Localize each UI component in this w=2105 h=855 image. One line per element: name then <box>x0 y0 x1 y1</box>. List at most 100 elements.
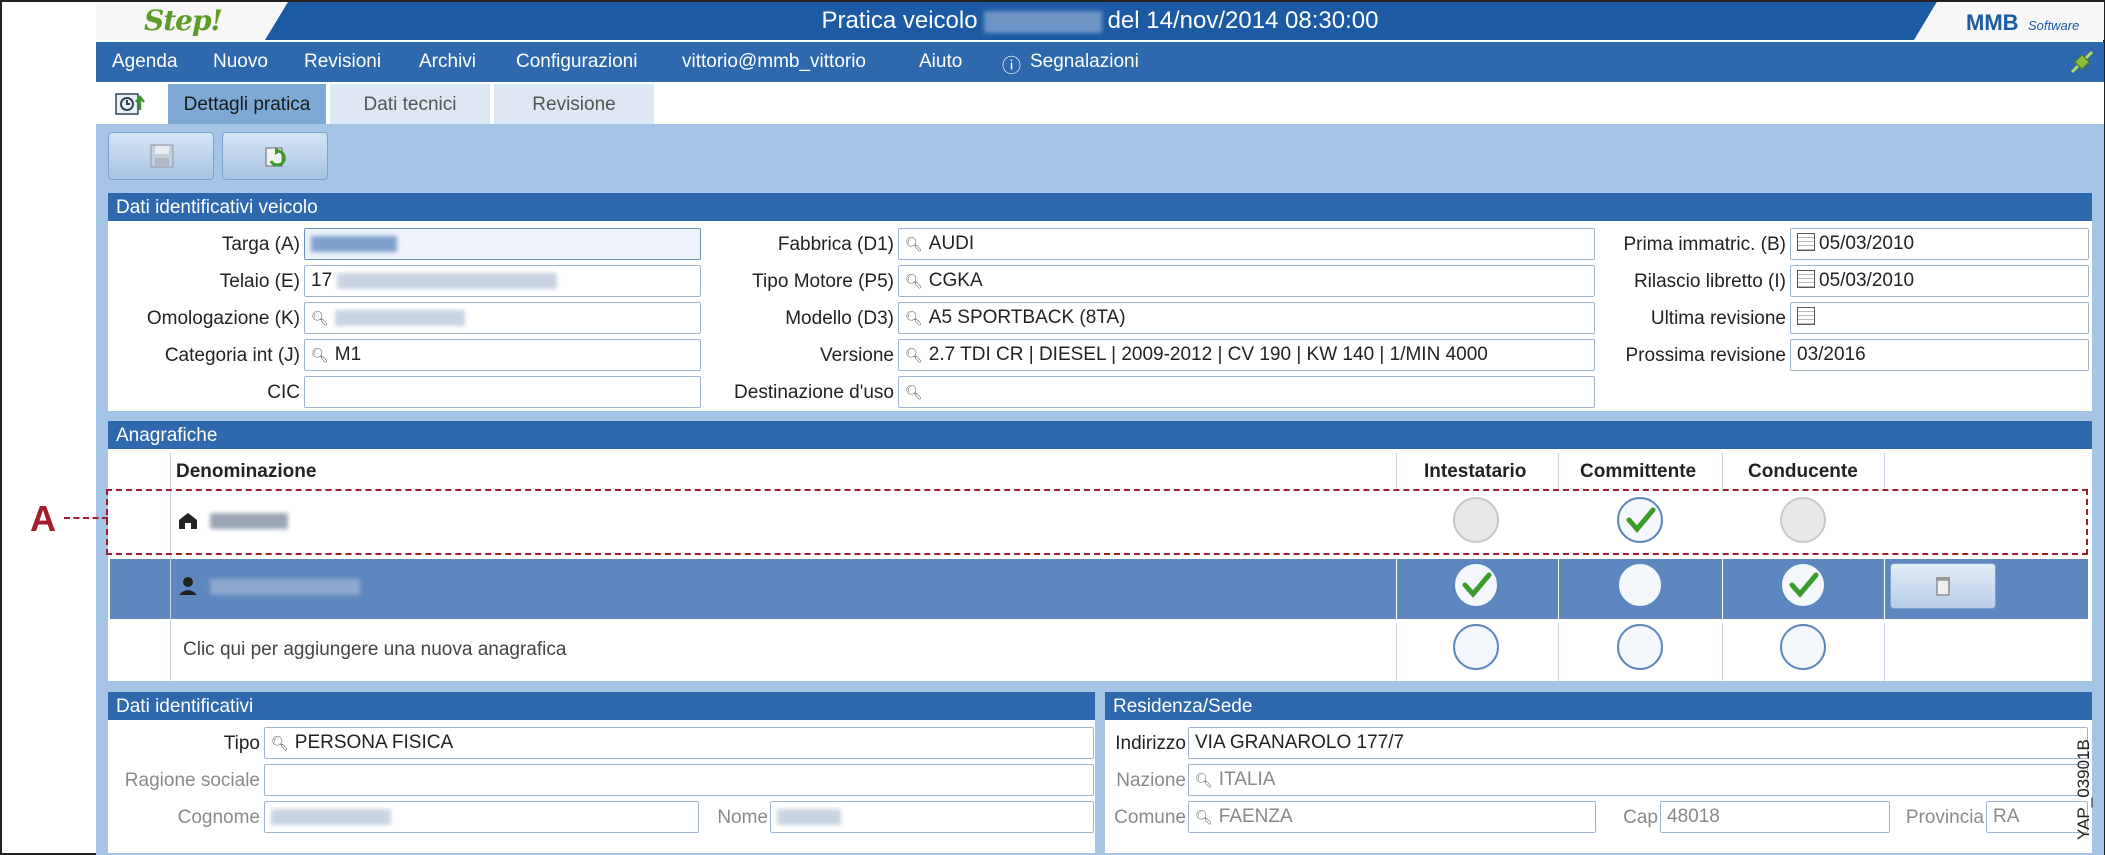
col-committente: Committente <box>1580 461 1697 482</box>
menu-revisioni[interactable]: Revisioni <box>304 51 381 73</box>
comune-field[interactable]: 🔍︎ FAENZA <box>1188 801 1596 833</box>
nazione-field[interactable]: 🔍︎ ITALIA <box>1188 764 2088 796</box>
col-separator <box>1884 623 1885 681</box>
search-icon: 🔍︎ <box>311 347 329 363</box>
committente-checkbox[interactable] <box>1617 624 1663 670</box>
telaio-field[interactable]: 17 <box>304 265 701 297</box>
ragione-label: Ragione sociale <box>124 770 260 791</box>
person-icon <box>179 577 197 595</box>
committente-checkbox[interactable] <box>1617 562 1663 608</box>
cic-label: CIC <box>267 382 300 403</box>
menu-segnalazioni[interactable]: Segnalazioni <box>1030 51 1139 73</box>
tab-dettagli-pratica[interactable]: Dettagli pratica <box>168 84 326 126</box>
conducente-checkbox[interactable] <box>1780 624 1826 670</box>
window-title: Pratica veicolo del 14/nov/2014 08:30:00 <box>821 7 1379 34</box>
save-button[interactable] <box>108 132 214 180</box>
tipo-field[interactable]: 🔍︎ PERSONA FISICA <box>264 727 1094 759</box>
comune-label: Comune <box>1114 807 1186 828</box>
versione-label: Versione <box>820 345 894 366</box>
ultima-rev-field[interactable] <box>1790 302 2089 334</box>
prossima-rev-field[interactable]: 03/2016 <box>1790 339 2089 371</box>
menu-nuovo[interactable]: Nuovo <box>213 51 268 73</box>
title-bar: Step! Pratica veicolo del 14/nov/2014 08:… <box>96 2 2104 40</box>
search-icon: 🔍︎ <box>271 735 289 751</box>
nome-field[interactable] <box>770 801 1094 833</box>
destinazione-label: Destinazione d'uso <box>734 382 894 403</box>
row-separator <box>1558 559 1559 619</box>
provincia-label: Provincia <box>1905 807 1984 828</box>
prima-immatric-field[interactable]: 05/03/2010 <box>1790 228 2089 260</box>
menu-aiuto[interactable]: Aiuto <box>919 51 962 73</box>
provincia-field[interactable]: RA <box>1986 801 2088 833</box>
annotation-label: A <box>30 498 56 539</box>
col-intestatario: Intestatario <box>1424 461 1527 482</box>
refresh-button[interactable] <box>222 132 328 180</box>
history-icon[interactable] <box>114 90 148 118</box>
col-separator <box>1722 453 1723 489</box>
tipo-motore-label: Tipo Motore (P5) <box>752 271 894 292</box>
connection-plug-icon[interactable] <box>2068 48 2096 76</box>
col-separator <box>170 453 171 681</box>
omologazione-label: Omologazione (K) <box>146 308 300 329</box>
menu-user[interactable]: vittorio@mmb_vittorio <box>682 51 866 73</box>
ultima-rev-label: Ultima revisione <box>1650 308 1786 329</box>
search-icon: 🔍︎ <box>905 347 923 363</box>
col-separator <box>1722 623 1723 681</box>
versione-field[interactable]: 🔍︎ 2.7 TDI CR | DIESEL | 2009-2012 | CV 1… <box>898 339 1595 371</box>
ident-section-header: Dati identificativi <box>108 692 1095 720</box>
tipo-label: Tipo <box>223 733 260 754</box>
menu-archivi[interactable]: Archivi <box>419 51 476 73</box>
ragione-field[interactable] <box>264 764 1094 796</box>
targa-field[interactable] <box>304 228 701 260</box>
calendar-icon[interactable] <box>1797 233 1815 251</box>
delete-row-button[interactable] <box>1890 563 1996 609</box>
col-separator <box>1558 623 1559 681</box>
nome-label: Nome <box>717 807 768 828</box>
col-separator <box>1884 453 1885 489</box>
categoria-label: Categoria int (J) <box>164 345 300 366</box>
destinazione-field[interactable]: 🔍︎ <box>898 376 1595 408</box>
tab-revisione[interactable]: Revisione <box>494 84 654 126</box>
check-icon <box>1789 572 1819 598</box>
search-icon: 🔍︎ <box>905 236 923 252</box>
row-separator <box>1396 559 1397 619</box>
vehicle-section-header: Dati identificativi veicolo <box>108 193 2092 221</box>
cap-field[interactable]: 48018 <box>1660 801 1890 833</box>
add-registry-text[interactable]: Clic qui per aggiungere una nuova anagra… <box>183 639 566 661</box>
residence-section-header: Residenza/Sede <box>1105 692 2092 720</box>
info-icon: ⓘ <box>1002 56 1022 77</box>
menu-configurazioni[interactable]: Configurazioni <box>516 51 637 73</box>
cognome-field[interactable] <box>264 801 699 833</box>
fabbrica-label: Fabbrica (D1) <box>777 234 894 255</box>
search-icon: 🔍︎ <box>1195 809 1213 825</box>
menu-agenda[interactable]: Agenda <box>112 51 178 73</box>
indirizzo-field[interactable]: VIA GRANAROLO 177/7 <box>1188 727 2088 759</box>
calendar-icon[interactable] <box>1797 307 1815 325</box>
redacted-plate <box>983 10 1102 33</box>
search-icon: 🔍︎ <box>905 384 923 400</box>
rilascio-field[interactable]: 05/03/2010 <box>1790 265 2089 297</box>
intestatario-checkbox[interactable] <box>1453 562 1499 608</box>
tipo-motore-field[interactable]: 🔍︎ CGKA <box>898 265 1595 297</box>
redacted-value <box>777 808 841 825</box>
modello-field[interactable]: 🔍︎ A5 SPORTBACK (8TA) <box>898 302 1595 334</box>
calendar-icon[interactable] <box>1797 270 1815 288</box>
cap-label: Cap <box>1623 807 1658 828</box>
refresh-icon <box>265 147 286 167</box>
tab-dati-tecnici[interactable]: Dati tecnici <box>330 84 490 126</box>
search-icon: 🔍︎ <box>905 273 923 289</box>
search-icon: 🔍︎ <box>311 310 329 326</box>
figure-code: YAP_03901B <box>2074 739 2093 840</box>
modello-label: Modello (D3) <box>785 308 894 329</box>
nazione-label: Nazione <box>1116 770 1186 791</box>
row-name-redacted <box>210 576 360 598</box>
intestatario-checkbox[interactable] <box>1453 624 1499 670</box>
redacted-value <box>334 309 465 326</box>
cic-field[interactable] <box>304 376 701 408</box>
omologazione-field[interactable]: 🔍︎ <box>304 302 701 334</box>
conducente-checkbox[interactable] <box>1780 562 1826 608</box>
trash-icon <box>1936 577 1950 596</box>
fabbrica-field[interactable]: 🔍︎ AUDI <box>898 228 1595 260</box>
categoria-field[interactable]: 🔍︎ M1 <box>304 339 701 371</box>
mmb-logo: MMB Software <box>1914 2 2104 40</box>
